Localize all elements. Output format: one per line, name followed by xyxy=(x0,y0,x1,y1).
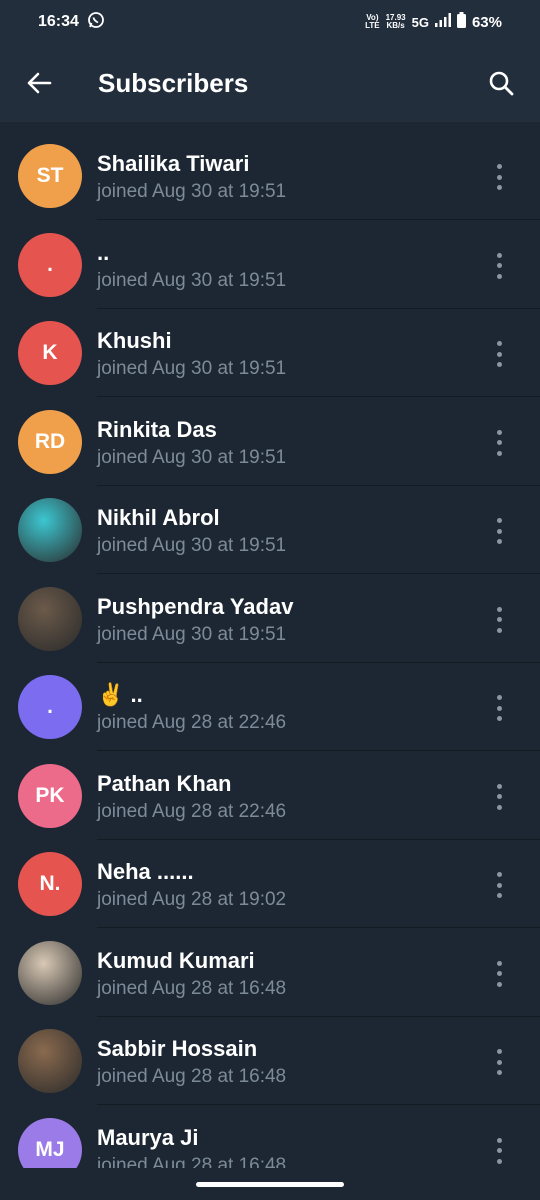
more-options-icon[interactable] xyxy=(484,695,514,721)
search-button[interactable] xyxy=(462,44,540,122)
subscriber-row[interactable]: . ✌️ .. joined Aug 28 at 22:46 xyxy=(0,663,540,751)
subscriber-row[interactable]: Kumud Kumari joined Aug 28 at 16:48 xyxy=(0,929,540,1017)
status-bar: 16:34 Vo) LTE 17.93 KB/s 5G 63% xyxy=(0,0,540,44)
avatar: ST xyxy=(18,144,82,208)
network-type: 5G xyxy=(411,14,429,30)
subscriber-row[interactable]: RD Rinkita Das joined Aug 30 at 19:51 xyxy=(0,398,540,486)
subscriber-row[interactable]: PK Pathan Khan joined Aug 28 at 22:46 xyxy=(0,752,540,840)
join-status: joined Aug 30 at 19:51 xyxy=(97,623,287,645)
avatar xyxy=(18,1029,82,1093)
join-status: joined Aug 30 at 19:51 xyxy=(97,446,287,468)
subscriber-name: Rinkita Das xyxy=(97,416,217,442)
avatar xyxy=(18,498,82,562)
more-options-icon[interactable] xyxy=(484,872,514,898)
search-icon xyxy=(489,71,514,96)
more-options-icon[interactable] xyxy=(484,960,514,987)
volte-indicator: Vo) LTE xyxy=(365,13,380,30)
avatar: . xyxy=(18,675,82,739)
signal-icon xyxy=(434,13,451,31)
avatar: PK xyxy=(18,763,82,828)
subscriber-row[interactable]: ... joined Aug 30 at 19:51 xyxy=(0,221,540,309)
subscriber-name: ✌️ .. xyxy=(97,682,143,707)
avatar: MJ xyxy=(18,1117,82,1168)
more-options-icon[interactable] xyxy=(484,429,514,456)
avatar: N. xyxy=(18,852,82,916)
join-status: joined Aug 28 at 16:48 xyxy=(97,1154,287,1169)
more-options-icon[interactable] xyxy=(484,1049,514,1075)
avatar: K xyxy=(18,321,82,385)
more-options-icon[interactable] xyxy=(484,783,514,810)
page-title: Subscribers xyxy=(98,67,249,98)
join-status: joined Aug 28 at 16:48 xyxy=(97,1066,287,1087)
clock: 16:34 xyxy=(38,13,79,30)
join-status: joined Aug 30 at 19:51 xyxy=(97,535,287,556)
whatsapp-icon xyxy=(87,11,105,34)
subscriber-name: Maurya Ji xyxy=(97,1124,199,1150)
more-options-icon[interactable] xyxy=(484,606,514,633)
more-options-icon[interactable] xyxy=(484,341,514,367)
subscriber-row[interactable]: N. Neha ...... joined Aug 28 at 19:02 xyxy=(0,840,540,928)
app-bar: Subscribers xyxy=(0,44,540,122)
subscriber-name: .. xyxy=(97,239,110,265)
subscriber-row[interactable]: Pushpendra Yadav joined Aug 30 at 19:51 xyxy=(0,575,540,663)
battery-icon xyxy=(456,12,466,32)
more-options-icon[interactable] xyxy=(484,1137,514,1164)
subscriber-row[interactable]: MJ Maurya Ji joined Aug 28 at 16:48 xyxy=(0,1106,540,1169)
gesture-nav-bar xyxy=(0,1168,540,1200)
subscriber-name: Pathan Khan xyxy=(97,770,232,796)
subscriber-row[interactable]: K Khushi joined Aug 30 at 19:51 xyxy=(0,309,540,397)
join-status: joined Aug 30 at 19:51 xyxy=(97,181,287,202)
subscriber-list: ST Shailika Tiwari joined Aug 30 at 19:51.… xyxy=(0,122,540,1168)
avatar xyxy=(18,586,82,651)
arrow-left-icon xyxy=(27,72,52,94)
battery-percent: 63% xyxy=(471,13,502,31)
join-status: joined Aug 28 at 19:02 xyxy=(97,889,287,910)
subscriber-row[interactable]: ST Shailika Tiwari joined Aug 30 at 19:51 xyxy=(0,132,540,220)
back-button[interactable] xyxy=(0,44,78,122)
subscriber-row[interactable]: Sabbir Hossain joined Aug 28 at 16:48 xyxy=(0,1017,540,1105)
subscriber-row[interactable]: Nikhil Abrol joined Aug 30 at 19:51 xyxy=(0,486,540,574)
more-options-icon[interactable] xyxy=(484,518,514,544)
join-status: joined Aug 30 at 19:51 xyxy=(97,358,287,379)
subscriber-name: Pushpendra Yadav xyxy=(97,593,294,619)
subscriber-name: Shailika Tiwari xyxy=(97,151,250,176)
home-indicator[interactable] xyxy=(196,1181,344,1187)
network-speed: 17.93 KB/s xyxy=(385,13,406,30)
subscriber-name: Sabbir Hossain xyxy=(97,1036,258,1061)
subscriber-name: Kumud Kumari xyxy=(97,947,255,973)
more-options-icon[interactable] xyxy=(484,164,514,190)
join-status: joined Aug 28 at 22:46 xyxy=(97,712,287,733)
join-status: joined Aug 30 at 19:51 xyxy=(97,269,287,291)
subscriber-name: Khushi xyxy=(97,328,172,353)
avatar: RD xyxy=(18,409,82,474)
avatar xyxy=(18,940,82,1005)
more-options-icon[interactable] xyxy=(484,252,514,279)
avatar: . xyxy=(18,232,82,297)
join-status: joined Aug 28 at 22:46 xyxy=(97,800,287,822)
join-status: joined Aug 28 at 16:48 xyxy=(97,977,287,999)
subscriber-name: Nikhil Abrol xyxy=(97,505,220,530)
subscriber-name: Neha ...... xyxy=(97,859,194,884)
